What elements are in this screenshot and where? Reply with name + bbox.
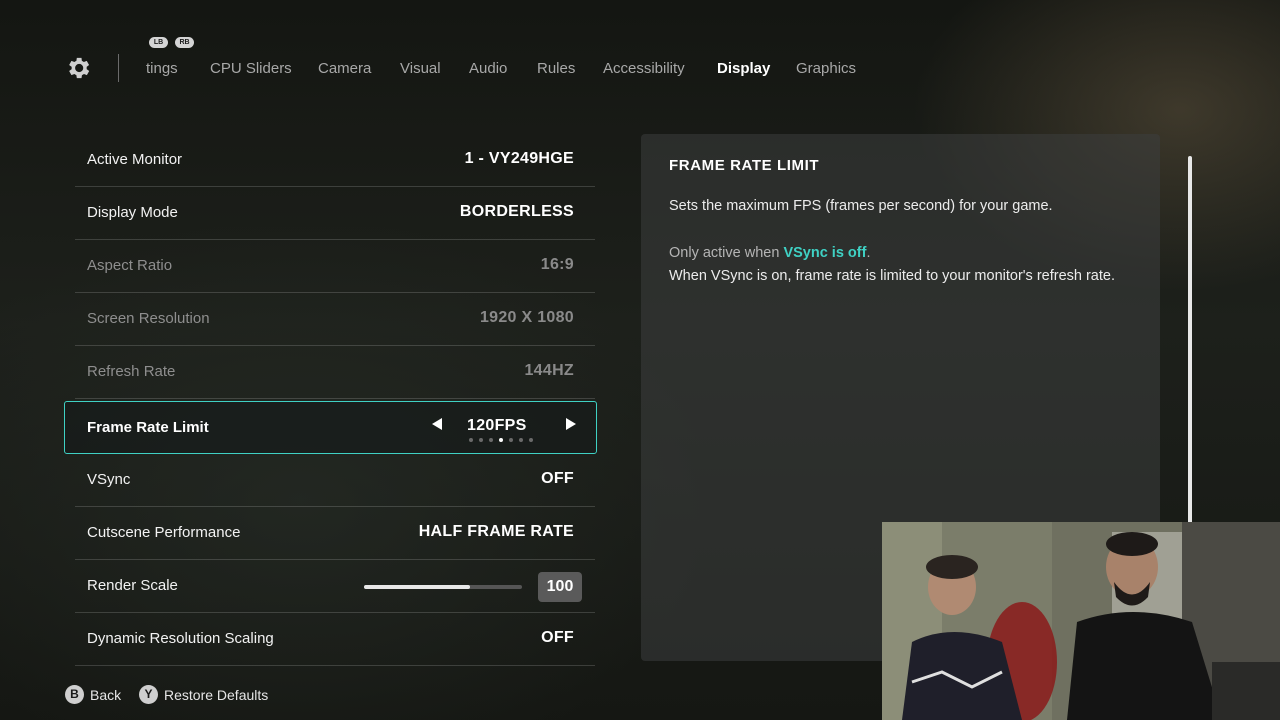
setting-refresh-rate: Refresh Rate 144HZ: [75, 346, 595, 399]
lb-bumper-icon[interactable]: LB: [149, 37, 168, 48]
restore-defaults-hint[interactable]: Y Restore Defaults: [139, 685, 268, 704]
note-prefix: Only active when: [669, 245, 780, 261]
setting-display-mode[interactable]: Display Mode BORDERLESS: [75, 187, 595, 240]
setting-label: Render Scale: [87, 577, 178, 594]
setting-label: Screen Resolution: [87, 310, 210, 327]
setting-label: Dynamic Resolution Scaling: [87, 630, 274, 647]
setting-label: Display Mode: [87, 204, 178, 221]
render-scale-slider[interactable]: [364, 585, 522, 589]
tab-settings[interactable]: tings: [146, 60, 178, 77]
tab-accessibility[interactable]: Accessibility: [603, 60, 685, 77]
setting-value: HALF FRAME RATE: [418, 523, 574, 540]
render-scale-value: 100: [538, 572, 582, 602]
option-dot: [519, 438, 523, 442]
tab-graphics[interactable]: Graphics: [796, 60, 856, 77]
setting-label: Refresh Rate: [87, 363, 176, 380]
info-note: Only active when VSync is off. When VSyn…: [669, 242, 1129, 288]
nav-divider: [118, 54, 119, 82]
info-description: Sets the maximum FPS (frames per second)…: [669, 198, 1053, 214]
setting-label: Active Monitor: [87, 151, 183, 168]
setting-cutscene-performance[interactable]: Cutscene Performance HALF FRAME RATE: [75, 507, 595, 560]
note-suffix: .: [866, 245, 871, 261]
setting-value: 1 - VY249HGE: [464, 150, 574, 167]
setting-frame-rate-limit[interactable]: Frame Rate Limit 120FPS: [64, 401, 597, 454]
option-indicator: [469, 438, 533, 442]
y-button-icon: Y: [139, 685, 158, 704]
tab-cpu-sliders[interactable]: CPU Sliders: [210, 60, 292, 77]
setting-label: Frame Rate Limit: [87, 419, 209, 436]
setting-value: 144HZ: [524, 362, 574, 379]
rb-bumper-icon[interactable]: RB: [175, 37, 194, 48]
setting-value: 120FPS: [467, 417, 527, 434]
setting-screen-resolution: Screen Resolution 1920 X 1080: [75, 293, 595, 346]
back-label: Back: [90, 686, 122, 703]
setting-value: 16:9: [540, 256, 574, 273]
setting-value: OFF: [541, 470, 574, 487]
note-line-2: When VSync is on, frame rate is limited …: [669, 268, 1115, 284]
setting-render-scale[interactable]: Render Scale 100: [75, 560, 595, 613]
option-dot: [489, 438, 493, 442]
option-dot: [469, 438, 473, 442]
slider-fill: [364, 585, 470, 589]
option-dot: [479, 438, 483, 442]
tab-camera[interactable]: Camera: [318, 60, 371, 77]
setting-aspect-ratio: Aspect Ratio 16:9: [75, 240, 595, 293]
tab-rules[interactable]: Rules: [537, 60, 575, 77]
setting-value: BORDERLESS: [459, 203, 574, 220]
setting-label: VSync: [87, 471, 131, 488]
setting-label: Aspect Ratio: [87, 257, 173, 274]
arrow-right-icon[interactable]: [566, 418, 576, 430]
setting-vsync[interactable]: VSync OFF: [75, 454, 595, 507]
info-scrollbar[interactable]: [1188, 156, 1192, 526]
top-nav: LB RB tings CPU Sliders Camera Visual Au…: [0, 0, 1280, 110]
setting-active-monitor[interactable]: Active Monitor 1 - VY249HGE: [75, 134, 595, 187]
option-dot: [529, 438, 533, 442]
note-highlight: VSync is off: [783, 245, 867, 261]
tab-visual[interactable]: Visual: [400, 60, 441, 77]
back-hint[interactable]: B Back: [65, 685, 121, 704]
tab-audio[interactable]: Audio: [469, 60, 507, 77]
setting-dynamic-resolution-scaling[interactable]: Dynamic Resolution Scaling OFF: [75, 613, 595, 666]
info-title: FRAME RATE LIMIT: [669, 157, 820, 174]
tab-display[interactable]: Display: [717, 60, 770, 77]
option-dot: [499, 438, 503, 442]
option-dot: [509, 438, 513, 442]
setting-value: OFF: [541, 629, 574, 646]
gear-icon[interactable]: [64, 54, 92, 82]
setting-value: 1920 X 1080: [479, 309, 574, 326]
b-button-icon: B: [65, 685, 84, 704]
webcam-overlay: [882, 522, 1280, 720]
arrow-left-icon[interactable]: [432, 418, 442, 430]
restore-defaults-label: Restore Defaults: [164, 686, 269, 703]
setting-label: Cutscene Performance: [87, 524, 241, 541]
